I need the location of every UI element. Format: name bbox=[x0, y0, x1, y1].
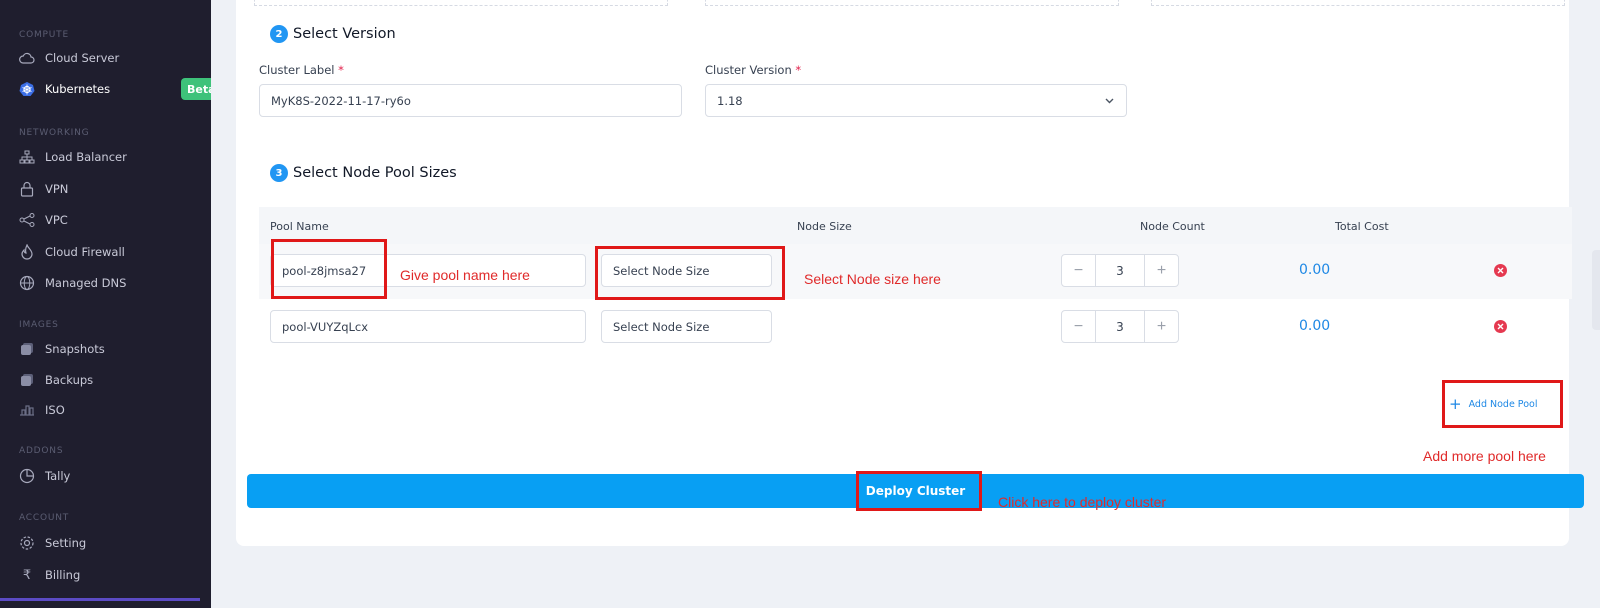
button-label: Add Node Pool bbox=[1468, 398, 1538, 410]
scrollbar[interactable] bbox=[1592, 250, 1600, 330]
sidebar-item-label: Cloud Server bbox=[45, 51, 120, 65]
section-title-addons: ADDONS bbox=[19, 446, 64, 456]
sidebar-item-backups[interactable]: Backups bbox=[0, 365, 211, 395]
sidebar-item-managed-dns[interactable]: Managed DNS bbox=[0, 268, 211, 298]
selected-value: Select Node Size bbox=[613, 319, 710, 334]
cluster-version-label: Cluster Version * bbox=[705, 63, 801, 77]
plan-card-stub bbox=[254, 0, 668, 6]
required-mark: * bbox=[338, 63, 344, 77]
sidebar-item-label: ISO bbox=[45, 403, 65, 417]
sidebar-item-tally[interactable]: Tally bbox=[0, 461, 211, 491]
network-icon bbox=[19, 149, 35, 165]
beta-badge: Beta bbox=[181, 78, 211, 100]
sidebar: COMPUTE Cloud Server Kubernetes Beta NET… bbox=[0, 0, 211, 608]
section-title-account: ACCOUNT bbox=[19, 513, 70, 523]
required-mark: * bbox=[795, 63, 802, 77]
node-count-stepper: − 3 + bbox=[1061, 254, 1179, 287]
node-size-select[interactable]: Select Node Size bbox=[601, 254, 772, 287]
step-number: 3 bbox=[270, 164, 288, 182]
sidebar-item-label: VPC bbox=[45, 213, 68, 227]
globe-icon bbox=[19, 275, 35, 291]
step-number: 2 bbox=[270, 25, 288, 43]
sidebar-item-vpn[interactable]: VPN bbox=[0, 174, 211, 204]
lock-icon bbox=[19, 181, 35, 197]
column-node-count: Node Count bbox=[1140, 220, 1205, 233]
plus-icon: + bbox=[1449, 395, 1462, 413]
total-cost-value: 0.00 bbox=[1299, 318, 1331, 334]
sidebar-item-cloud-firewall[interactable]: Cloud Firewall bbox=[0, 237, 211, 267]
sidebar-item-label: Backups bbox=[45, 373, 94, 387]
sidebar-item-label: VPN bbox=[45, 182, 69, 196]
increment-button[interactable]: + bbox=[1145, 311, 1178, 342]
decrement-button[interactable]: − bbox=[1062, 255, 1095, 286]
remove-pool-button[interactable] bbox=[1494, 320, 1507, 333]
section-title: Select Node Pool Sizes bbox=[293, 165, 457, 181]
sidebar-item-cloud-server[interactable]: Cloud Server bbox=[0, 43, 211, 73]
column-total-cost: Total Cost bbox=[1335, 220, 1389, 233]
pool-name-input[interactable] bbox=[270, 310, 586, 343]
label-text: Cluster Label bbox=[259, 63, 335, 77]
sidebar-active-indicator bbox=[0, 598, 200, 601]
sidebar-item-load-balancer[interactable]: Load Balancer bbox=[0, 142, 211, 172]
sidebar-item-label: Load Balancer bbox=[45, 150, 127, 164]
node-count-value[interactable]: 3 bbox=[1095, 311, 1145, 342]
sidebar-item-billing[interactable]: ₹ Billing bbox=[0, 560, 211, 590]
total-cost-value: 0.00 bbox=[1299, 262, 1331, 278]
sidebar-item-label: Kubernetes bbox=[45, 82, 111, 96]
cluster-version-select[interactable]: 1.18 bbox=[705, 84, 1127, 117]
increment-button[interactable]: + bbox=[1145, 255, 1178, 286]
node-size-select[interactable]: Select Node Size bbox=[601, 310, 772, 343]
selected-value: Select Node Size bbox=[613, 263, 710, 278]
sidebar-item-label: Setting bbox=[45, 536, 87, 550]
plan-card-stub bbox=[1151, 0, 1565, 6]
kubernetes-icon bbox=[19, 81, 35, 97]
remove-pool-button[interactable] bbox=[1494, 264, 1507, 277]
node-count-value[interactable]: 3 bbox=[1095, 255, 1145, 286]
sidebar-item-label: Billing bbox=[45, 568, 81, 582]
pool-name-input[interactable] bbox=[270, 254, 586, 287]
sidebar-item-kubernetes[interactable]: Kubernetes bbox=[0, 74, 211, 104]
section-title-images: IMAGES bbox=[19, 320, 59, 330]
sidebar-item-iso[interactable]: ISO bbox=[0, 395, 211, 425]
cloud-icon bbox=[19, 50, 35, 66]
deploy-cluster-button[interactable]: Deploy Cluster bbox=[247, 474, 1584, 508]
chevron-down-icon bbox=[1104, 95, 1115, 109]
close-icon bbox=[1497, 267, 1504, 274]
close-icon bbox=[1497, 323, 1504, 330]
iso-icon bbox=[19, 402, 35, 418]
plan-card-stub bbox=[705, 0, 1119, 6]
section-title-networking: NETWORKING bbox=[19, 128, 90, 138]
label-text: Cluster Version bbox=[705, 63, 792, 77]
sidebar-item-label: Snapshots bbox=[45, 342, 105, 356]
sidebar-item-label: Managed DNS bbox=[45, 276, 127, 290]
sidebar-item-snapshots[interactable]: Snapshots bbox=[0, 334, 211, 364]
cluster-label-input[interactable] bbox=[259, 84, 682, 117]
section-title-compute: COMPUTE bbox=[19, 30, 69, 40]
share-icon bbox=[19, 212, 35, 228]
section-title: Select Version bbox=[293, 26, 396, 42]
cluster-label-label: Cluster Label * bbox=[259, 63, 344, 77]
selected-value: 1.18 bbox=[717, 93, 743, 108]
sidebar-item-setting[interactable]: Setting bbox=[0, 528, 211, 558]
column-node-size: Node Size bbox=[797, 220, 852, 233]
gear-icon bbox=[19, 535, 35, 551]
decrement-button[interactable]: − bbox=[1062, 311, 1095, 342]
node-count-stepper: − 3 + bbox=[1061, 310, 1179, 343]
pie-icon bbox=[19, 468, 35, 484]
sidebar-item-vpc[interactable]: VPC bbox=[0, 205, 211, 235]
snapshot-icon bbox=[19, 341, 35, 357]
sidebar-item-label: Tally bbox=[45, 469, 71, 483]
column-pool-name: Pool Name bbox=[270, 220, 329, 233]
add-node-pool-button[interactable]: + Add Node Pool bbox=[1449, 391, 1537, 417]
rupee-icon: ₹ bbox=[22, 567, 32, 583]
step-select-version: 2 Select Version bbox=[270, 25, 396, 43]
sidebar-item-label: Cloud Firewall bbox=[45, 245, 125, 259]
backup-icon bbox=[19, 372, 35, 388]
step-node-pool-sizes: 3 Select Node Pool Sizes bbox=[270, 164, 457, 182]
fire-icon bbox=[19, 244, 35, 260]
